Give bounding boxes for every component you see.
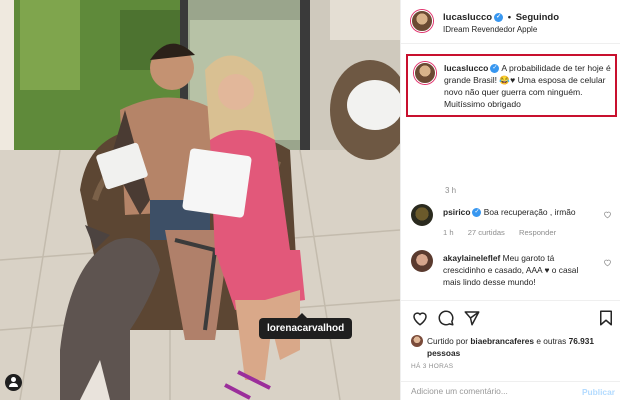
comment-username[interactable]: akaylaineleflef xyxy=(443,253,500,263)
post-time: HÁ 3 HORAS xyxy=(411,363,454,370)
comment-likes[interactable]: 27 curtidas xyxy=(468,228,505,237)
verified-icon: ✓ xyxy=(494,12,504,22)
header-separator: • xyxy=(507,12,512,23)
liked-middle: e outras xyxy=(536,336,567,346)
comment-body: akaylaineleflef Meu garoto tá crescidinh… xyxy=(443,252,593,288)
post-side-panel: lucaslucco ✓ • Seguindo IDream Revendedor… xyxy=(400,0,620,400)
liked-suffix[interactable]: pessoas xyxy=(427,348,460,358)
follow-status-button[interactable]: Seguindo xyxy=(516,12,559,23)
list-item: akaylaineleflef Meu garoto tá crescidinh… xyxy=(411,250,616,298)
comment-text: Boa recuperação , irmão xyxy=(483,207,576,217)
heart-icon[interactable] xyxy=(603,258,612,267)
comment-username[interactable]: psirico xyxy=(443,207,470,217)
reply-button[interactable]: Responder xyxy=(519,228,556,237)
avatar[interactable] xyxy=(411,335,423,347)
verified-icon: ✓ xyxy=(472,208,482,218)
caption: lucaslucco ✓ A probabilidade de ter hoje … xyxy=(444,62,612,110)
verified-icon: ✓ xyxy=(490,64,500,74)
share-icon[interactable] xyxy=(463,309,481,327)
caption-username[interactable]: lucaslucco xyxy=(444,63,488,73)
list-item: psirico ✓ Boa recuperação , irmão 1 h 27 … xyxy=(411,204,616,244)
tag-user-icon[interactable] xyxy=(5,374,22,391)
post-header: lucaslucco ✓ • Seguindo IDream Revendedor… xyxy=(401,0,620,44)
tagged-user-label[interactable]: lorenacarvalhod xyxy=(259,313,353,339)
header-user-line: lucaslucco ✓ • Seguindo xyxy=(443,12,559,23)
post-photo[interactable]: lorenacarvalhod xyxy=(0,0,400,400)
caption-highlight: lucaslucco ✓ A probabilidade de ter hoje … xyxy=(406,54,617,117)
avatar[interactable] xyxy=(411,204,433,226)
comment-meta: 1 h 27 curtidas Responder xyxy=(443,228,568,237)
publish-button[interactable]: Publicar xyxy=(582,387,615,397)
avatar[interactable] xyxy=(411,250,433,272)
post-image xyxy=(0,0,400,400)
location-link[interactable]: IDream Revendedor Apple xyxy=(443,25,537,34)
heart-icon[interactable] xyxy=(411,309,429,327)
comment-time: 1 h xyxy=(443,228,454,237)
comment-body: psirico ✓ Boa recuperação , irmão xyxy=(443,206,593,218)
post-actions: Curtido por biaebrancaferes e outras 76.… xyxy=(401,300,620,400)
heart-icon[interactable] xyxy=(603,210,612,219)
avatar[interactable] xyxy=(411,10,433,32)
liked-by-text: Curtido por biaebrancaferes e outras 76.… xyxy=(427,335,607,359)
add-comment-bar: Publicar xyxy=(401,381,620,400)
caption-time: 3 h xyxy=(445,186,457,195)
liked-count[interactable]: 76.931 xyxy=(569,336,594,346)
liked-prefix: Curtido por xyxy=(427,336,469,346)
comment-icon[interactable] xyxy=(437,309,455,327)
liked-user[interactable]: biaebrancaferes xyxy=(470,336,534,346)
bookmark-icon[interactable] xyxy=(597,309,615,327)
avatar[interactable] xyxy=(414,62,436,84)
header-username[interactable]: lucaslucco xyxy=(443,12,492,23)
comment-input[interactable] xyxy=(411,386,561,396)
